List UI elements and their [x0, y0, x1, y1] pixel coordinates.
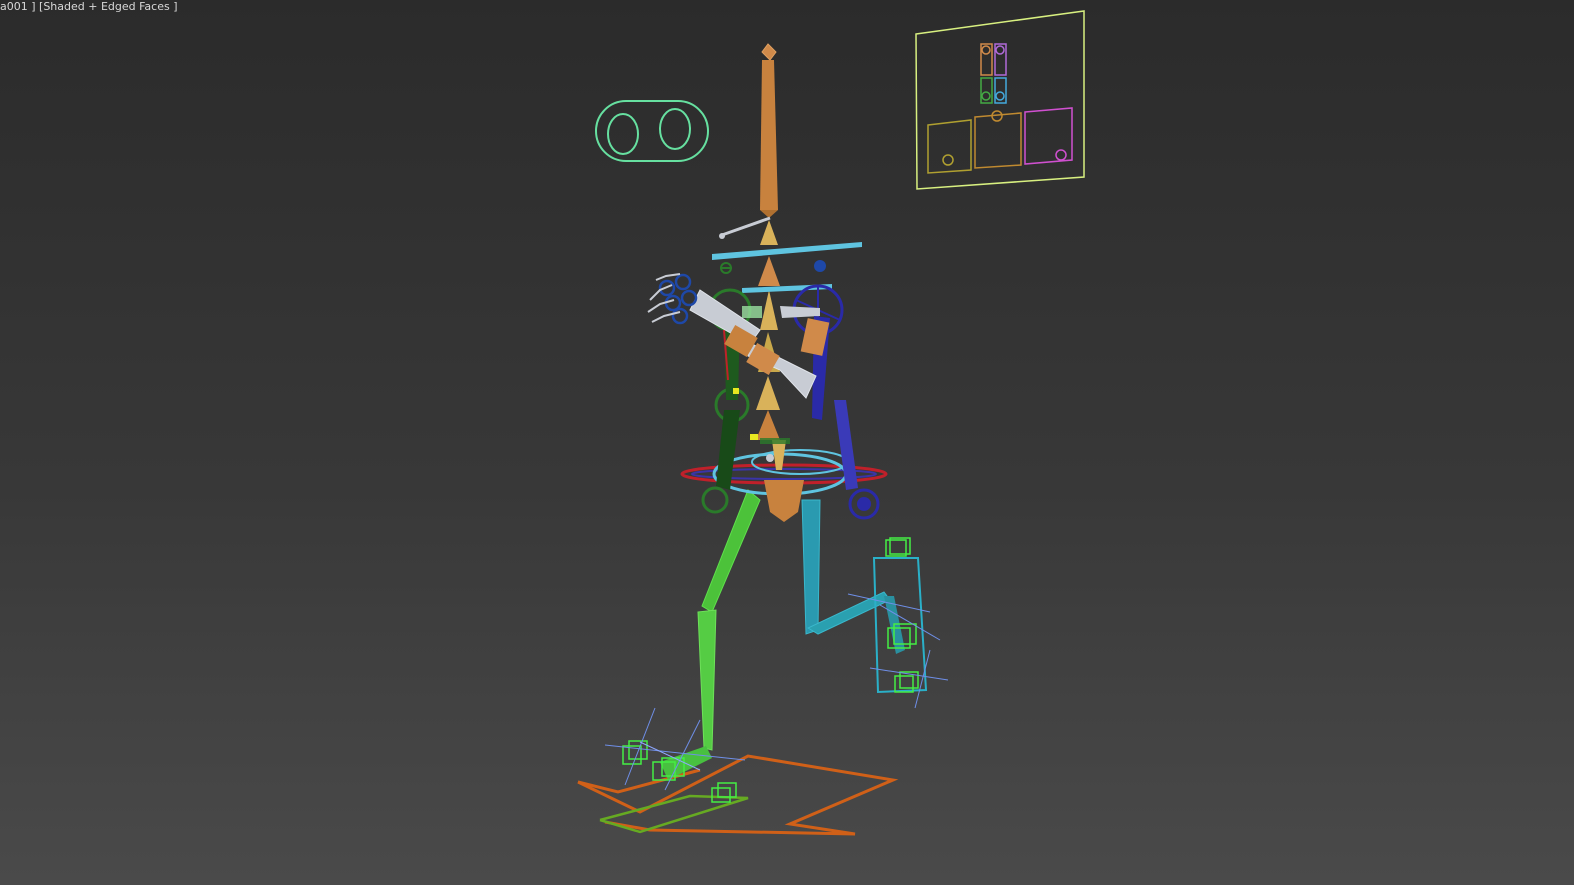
left-leg[interactable] [660, 489, 761, 780]
eye-control-icon[interactable] [595, 100, 709, 162]
face-control-panel-icon[interactable] [915, 10, 1085, 190]
shoulder-bars[interactable] [712, 216, 862, 293]
rig-scene[interactable] [0, 0, 1574, 885]
3d-viewport[interactable]: a001 ] [Shaded + Edged Faces ] [0, 0, 1574, 885]
right-leg[interactable] [801, 499, 905, 654]
left-foot-ik[interactable] [604, 707, 746, 803]
finger-controls[interactable] [647, 273, 698, 325]
